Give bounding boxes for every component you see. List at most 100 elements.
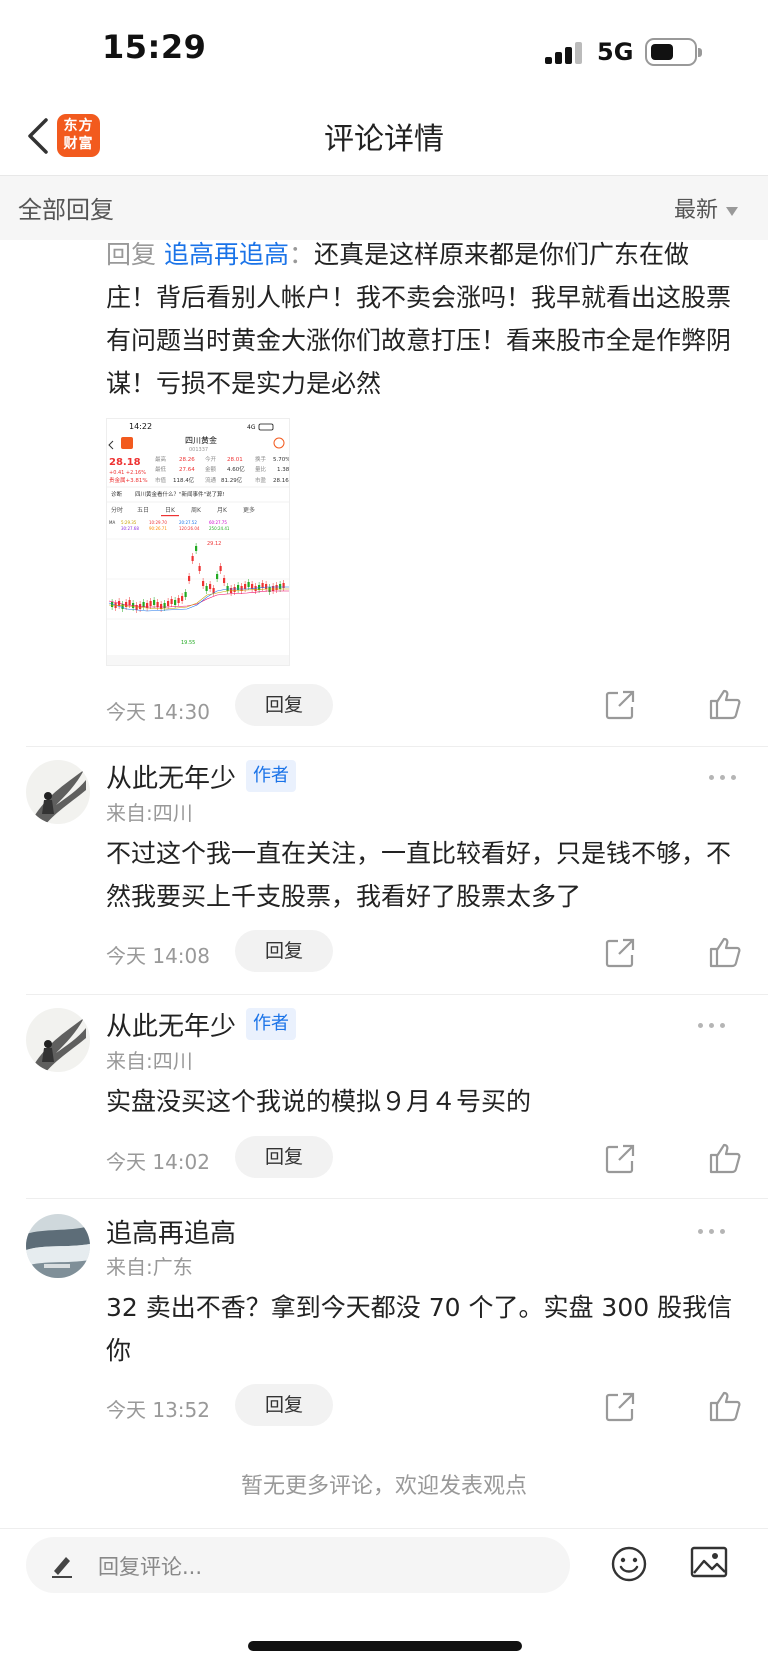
svg-text:更多: 更多 [243,506,255,514]
pen-icon [52,1557,72,1578]
reply-button[interactable]: 回复 [235,684,333,726]
reply-button[interactable]: 回复 [235,1136,333,1178]
caret-down-icon [726,206,738,216]
share-icon[interactable] [604,1143,636,1175]
user-name[interactable]: 追高再追高 [106,1213,236,1250]
svg-text:10:29.70: 10:29.70 [149,520,167,525]
comment-time: 今天 14:30 [106,700,210,724]
svg-text:60:27.75: 60:27.75 [209,520,227,525]
svg-text:最低: 最低 [155,465,167,473]
more-icon[interactable] [698,1020,730,1030]
author-badge: 作者 [246,760,296,792]
reply-text: 回复 追高再追高：还真是这样原来都是你们广东在做庄！背后看别人帐户！我不卖会涨吗… [106,240,732,398]
page-title: 评论详情 [324,122,444,157]
emoji-icon[interactable] [610,1545,648,1583]
comment-time: 今天 14:02 [106,1150,210,1174]
location-label: 来自:四川 [106,1049,193,1073]
svg-text:28.18: 28.18 [109,457,141,468]
landscape-avatar-image [26,1214,90,1278]
avatar[interactable] [26,760,90,824]
svg-text:金额: 金额 [205,465,217,473]
svg-text:5.70%: 5.70% [273,457,290,463]
status-bar: 15:29 5G [0,0,768,100]
more-icon[interactable] [698,1226,730,1236]
reply-to-user-link[interactable]: 追高再追高 [164,240,289,269]
like-icon[interactable] [708,688,742,720]
svg-text:+0.41 +2.16%: +0.41 +2.16% [109,470,146,476]
svg-text:四川黄金看什么？"新闻事件"说了算!: 四川黄金看什么？"新闻事件"说了算! [135,490,225,498]
svg-text:20:27.52: 20:27.52 [179,520,197,525]
like-icon[interactable] [708,1390,742,1422]
network-label: 5G [597,38,634,66]
share-icon[interactable] [604,1391,636,1423]
svg-text:市盈: 市盈 [255,476,267,484]
more-icon[interactable] [709,772,741,782]
bottom-input-bar: 回复评论... [0,1528,768,1665]
svg-text:最高: 最高 [155,455,167,463]
comment-text: 不过这个我一直在关注，一直比较看好，只是钱不够，不然我要买上千支股票，我看好了股… [106,839,732,911]
sort-dropdown[interactable]: 最新 [674,192,738,224]
svg-text:换手: 换手 [255,455,267,463]
image-icon[interactable] [690,1545,728,1579]
stock-screenshot-image: 14:22 4G 四川黄金 001337 28.18 +0.41 +2.16% … [107,419,290,665]
replies-header: 全部回复 最新 [0,176,768,240]
svg-text:市值: 市值 [155,476,167,484]
svg-text:30:27.68: 30:27.68 [121,526,139,531]
svg-text:27.64: 27.64 [179,467,195,473]
battery-icon [645,38,702,66]
svg-text:28.01: 28.01 [227,457,243,463]
svg-text:90:26.71: 90:26.71 [149,526,167,531]
svg-text:日K: 日K [165,507,176,514]
svg-text:5:29.35: 5:29.35 [121,520,137,525]
svg-text:1.38: 1.38 [277,467,290,473]
ink-painting-avatar-image [26,760,90,824]
svg-text:4G: 4G [247,424,256,431]
location-label: 来自:广东 [106,1255,193,1279]
svg-text:月K: 月K [217,507,228,514]
svg-text:4.60亿: 4.60亿 [227,465,245,473]
svg-text:分时: 分时 [111,506,123,514]
svg-text:118.4亿: 118.4亿 [173,476,195,484]
svg-text:81.29亿: 81.29亿 [221,476,243,484]
avatar[interactable] [26,1214,90,1278]
svg-text:四川黄金: 四川黄金 [185,435,217,445]
like-icon[interactable] [708,1142,742,1174]
all-replies-label: 全部回复 [18,196,114,224]
svg-text:诊断: 诊断 [111,490,123,498]
status-time: 15:29 [102,28,207,66]
share-icon[interactable] [604,937,636,969]
divider [26,1198,768,1199]
svg-text:28.26: 28.26 [179,457,195,463]
svg-text:19.55: 19.55 [181,640,195,646]
svg-text:001337: 001337 [189,447,208,453]
svg-text:28.16: 28.16 [273,478,289,484]
reply-input[interactable]: 回复评论... [26,1537,570,1593]
svg-text:今开: 今开 [205,455,217,463]
location-label: 来自:四川 [106,801,193,825]
user-name[interactable]: 从此无年少 [106,758,236,795]
divider [26,746,768,747]
comment-text: 实盘没买这个我说的模拟９月４号买的 [106,1087,532,1116]
like-icon[interactable] [708,936,742,968]
svg-text:29.12: 29.12 [207,541,221,547]
attached-screenshot[interactable]: 14:22 4G 四川黄金 001337 28.18 +0.41 +2.16% … [106,418,290,666]
comment-text: 32 卖出不香？拿到今天都没 70 个了。实盘 300 股我信你 [106,1293,733,1365]
svg-text:贵金属+3.81%: 贵金属+3.81% [109,476,148,484]
avatar[interactable] [26,1008,90,1072]
home-indicator [248,1641,522,1651]
svg-text:120:26.04: 120:26.04 [179,526,200,531]
svg-text:MA: MA [109,520,115,525]
svg-text:14:22: 14:22 [129,422,152,431]
divider [26,994,768,995]
reply-button[interactable]: 回复 [235,1384,333,1426]
reply-button[interactable]: 回复 [235,930,333,972]
author-badge: 作者 [246,1008,296,1040]
signal-icon [545,42,585,64]
svg-text:五日: 五日 [137,507,149,514]
share-icon[interactable] [604,689,636,721]
user-name[interactable]: 从此无年少 [106,1006,236,1043]
svg-text:量比: 量比 [255,465,267,473]
comment-time: 今天 13:52 [106,1398,210,1422]
svg-text:周K: 周K [191,507,202,514]
svg-text:250:24.41: 250:24.41 [209,526,230,531]
